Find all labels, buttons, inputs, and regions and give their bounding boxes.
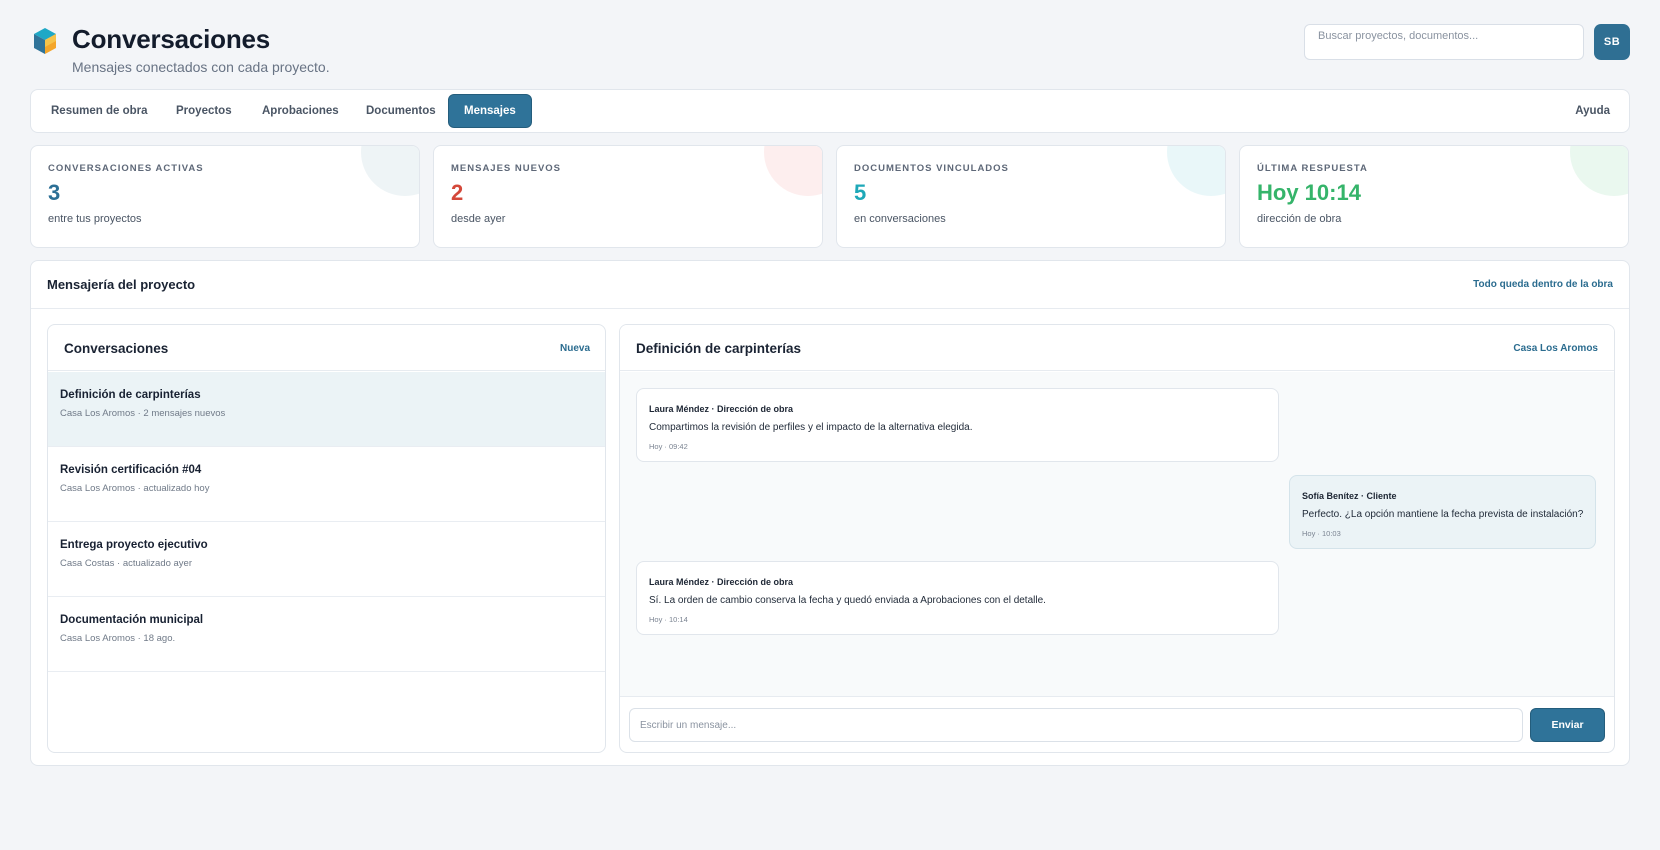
stat-label: Mensajes nuevos [451,163,562,174]
conversation-list-header: Conversaciones Nueva [48,325,605,371]
message-input[interactable] [629,708,1523,742]
conversation-meta: Casa Los Aromos · 18 ago. [60,633,176,644]
send-button[interactable]: Enviar [1530,708,1605,742]
tab-mensajes[interactable]: Mensajes [448,94,532,128]
message-bubble: Laura Méndez · Dirección de obra Sí. La … [636,561,1279,635]
stat-card-linked-documents: Documentos vinculados 5 en conversacione… [836,145,1226,248]
message-author: Laura Méndez · Dirección de obra [649,404,794,414]
panel-title: Mensajería del proyecto [47,277,196,292]
stat-card-active-conversations: Conversaciones activas 3 entre tus proye… [30,145,420,248]
message-text: Sí. La orden de cambio conserva la fecha… [649,595,1046,606]
chat-panel: Definición de carpinterías Casa Los Arom… [619,324,1615,753]
cube-logo-icon [34,28,56,54]
stat-label: Conversaciones activas [48,163,204,174]
message-bubble: Laura Méndez · Dirección de obra Compart… [636,388,1279,462]
search-input[interactable] [1304,24,1584,60]
stat-value: 5 [854,180,867,205]
stat-card-last-reply: Última respuesta Hoy 10:14 dirección de … [1239,145,1629,248]
message-thread: Laura Méndez · Dirección de obra Compart… [620,372,1614,697]
card-decoration [1167,146,1225,196]
chat-title: Definición de carpinterías [636,341,802,356]
stat-value: Hoy 10:14 [1257,180,1361,205]
chat-project-link[interactable]: Casa Los Aromos [1513,343,1598,354]
conversation-meta: Casa Costas · actualizado ayer [60,558,193,569]
conversation-title: Definición de carpinterías [60,389,201,401]
message-author: Laura Méndez · Dirección de obra [649,577,794,587]
conversation-item[interactable]: Documentación municipal Casa Los Aromos … [48,597,605,672]
card-decoration [361,146,419,196]
stat-value: 3 [48,180,61,205]
new-conversation-button[interactable]: Nueva [560,343,590,354]
conversation-list: Conversaciones Nueva Definición de carpi… [47,324,606,753]
panel-note: Todo queda dentro de la obra [1473,279,1613,290]
stat-card-new-messages: Mensajes nuevos 2 desde ayer [433,145,823,248]
stat-sub: dirección de obra [1257,213,1342,225]
stat-sub: desde ayer [451,213,506,225]
conversation-item[interactable]: Entrega proyecto ejecutivo Casa Costas ·… [48,522,605,597]
conversation-list-title: Conversaciones [64,341,169,356]
user-avatar[interactable]: SB [1594,24,1630,60]
main-nav: Resumen de obra Proyectos Aprobaciones D… [30,89,1630,133]
conversation-item[interactable]: Revisión certificación #04 Casa Los Arom… [48,447,605,522]
conversation-title: Entrega proyecto ejecutivo [60,539,208,551]
messaging-panel: Mensajería del proyecto Todo queda dentr… [30,260,1630,766]
panel-header: Mensajería del proyecto Todo queda dentr… [31,261,1629,309]
card-decoration [1570,146,1628,196]
stat-sub: entre tus proyectos [48,213,142,225]
tab-documentos[interactable]: Documentos [351,94,451,128]
message-time: Hoy · 10:03 [1302,529,1341,538]
conversation-title: Documentación municipal [60,614,204,626]
chat-header: Definición de carpinterías Casa Los Arom… [620,325,1614,371]
stat-label: Última respuesta [1257,163,1368,174]
page-title: Conversaciones [72,24,271,54]
conversation-meta: Casa Los Aromos · actualizado hoy [60,483,210,494]
message-text: Perfecto. ¿La opción mantiene la fecha p… [1302,509,1584,520]
tab-aprobaciones[interactable]: Aprobaciones [247,94,354,128]
stat-value: 2 [451,180,464,205]
message-author: Sofía Benítez · Cliente [1302,491,1397,501]
conversation-title: Revisión certificación #04 [60,464,202,476]
page-subtitle: Mensajes conectados con cada proyecto. [72,59,330,75]
card-decoration [764,146,822,196]
message-time: Hoy · 10:14 [649,615,688,624]
message-time: Hoy · 09:42 [649,442,688,451]
stat-sub: en conversaciones [854,213,946,225]
tab-proyectos[interactable]: Proyectos [161,94,247,128]
page-header: Conversaciones Mensajes conectados con c… [30,22,1630,82]
message-text: Compartimos la revisión de perfiles y el… [649,422,973,433]
conversation-meta: Casa Los Aromos · 2 mensajes nuevos [60,408,226,419]
help-link[interactable]: Ayuda [1575,94,1610,128]
message-bubble-client: Sofía Benítez · Cliente Perfecto. ¿La op… [1289,475,1596,549]
conversation-item[interactable]: Definición de carpinterías Casa Los Arom… [48,372,605,447]
tab-resumen-de-obra[interactable]: Resumen de obra [36,94,163,128]
stat-label: Documentos vinculados [854,163,1009,174]
